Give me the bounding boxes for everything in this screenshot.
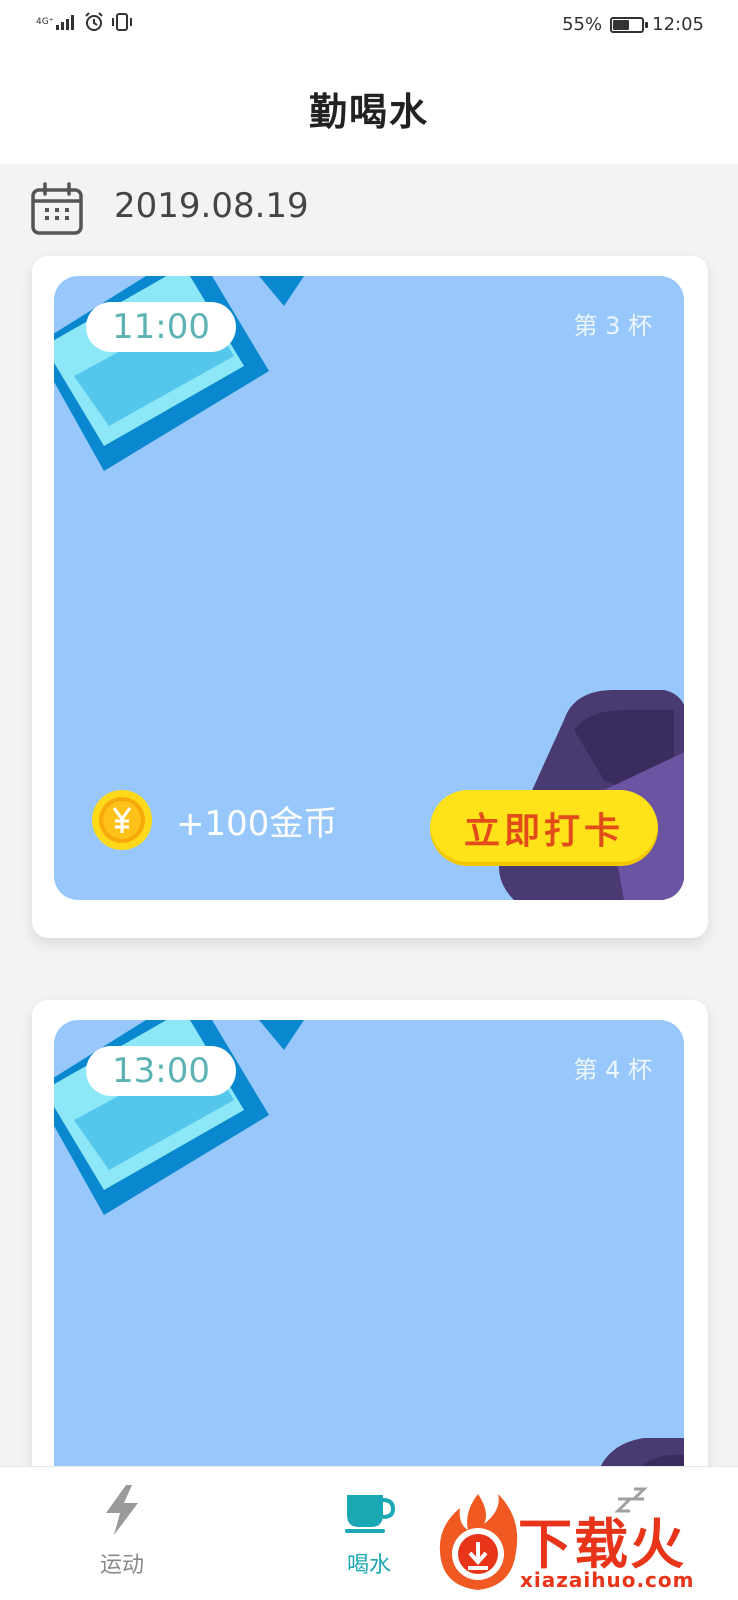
cup-count: 第 3 杯	[573, 312, 652, 340]
drink-card: 11:00 第 3 杯 +100金币 立即打卡	[32, 256, 708, 938]
page-title: 勤喝水	[308, 89, 429, 134]
network-type: 4G⁺	[36, 16, 54, 27]
status-left: 4G⁺	[36, 12, 134, 32]
date-label: 2019.08.19	[114, 186, 309, 226]
clock: 12:05	[652, 14, 704, 35]
alarm-icon	[85, 12, 103, 31]
signal-icon	[56, 15, 74, 30]
nav-label: 喝水	[346, 1553, 391, 1578]
status-bar: 4G⁺ 55% 12:05	[0, 0, 738, 52]
nav-label: 运动	[99, 1553, 144, 1578]
calendar-icon[interactable]	[30, 182, 84, 236]
coin-icon	[92, 790, 152, 850]
status-right: 55% 12:05	[562, 14, 704, 35]
coin-reward: +100金币	[90, 788, 337, 852]
watermark-url: xiazaihuo.com	[520, 1568, 695, 1592]
nav-item-sport[interactable]: 运动	[57, 1485, 187, 1579]
battery-level	[613, 19, 629, 30]
lightning-icon	[106, 1485, 138, 1535]
check-in-button[interactable]: 立即打卡	[430, 790, 658, 866]
reward-label: +100金币	[176, 803, 338, 844]
cup-icon	[345, 1495, 395, 1533]
reminder-time: 11:00	[86, 302, 236, 352]
app-header: 勤喝水	[0, 52, 738, 164]
vibrate-icon	[112, 13, 132, 31]
nav-item-water[interactable]: 喝水	[304, 1485, 434, 1579]
battery-icon	[610, 16, 649, 33]
card-illustration: 11:00 第 3 杯 +100金币 立即打卡	[54, 276, 684, 900]
watermark: 下载火 xiazaihuo.com	[432, 1490, 732, 1600]
cup-count: 第 4 杯	[573, 1056, 652, 1084]
flame-logo-icon	[439, 1494, 518, 1590]
battery-percent: 55%	[562, 14, 603, 35]
reminder-time: 13:00	[86, 1046, 236, 1096]
date-row[interactable]: 2019.08.19	[0, 164, 738, 240]
